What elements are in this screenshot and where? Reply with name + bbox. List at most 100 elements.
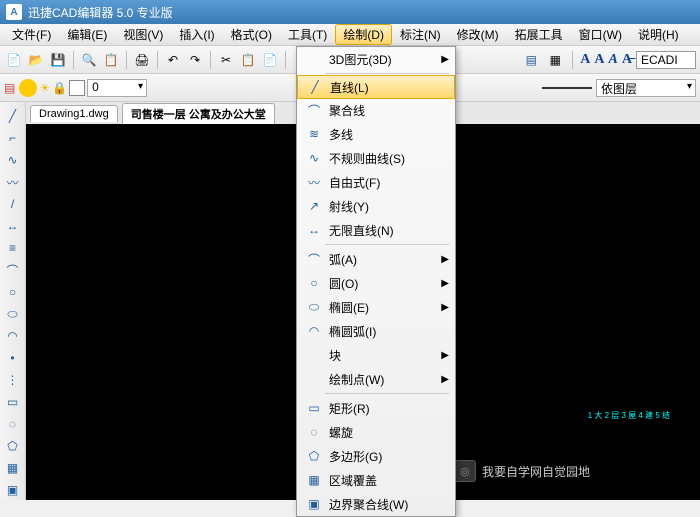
app-logo-icon: A: [6, 4, 22, 20]
menu-boundary[interactable]: ▣边界聚合线(W): [297, 492, 455, 516]
rect-icon: ▭: [303, 401, 325, 415]
menu-ray[interactable]: ↗射线(Y): [297, 194, 455, 218]
redo-icon[interactable]: ↷: [185, 50, 205, 70]
menu-line[interactable]: ╱直线(L): [297, 75, 455, 99]
line-icon: ╱: [304, 80, 326, 94]
menu-polyline[interactable]: ⌒聚合线: [297, 98, 455, 122]
copy-icon[interactable]: 📋: [238, 50, 258, 70]
ray-icon: ↗: [303, 199, 325, 213]
preview-icon[interactable]: 🔍: [79, 50, 99, 70]
menu-extend[interactable]: 拓展工具: [507, 24, 571, 45]
text-a2-icon[interactable]: A: [594, 52, 604, 68]
menu-block[interactable]: 块▶: [297, 343, 455, 367]
point-tool-icon[interactable]: •: [3, 348, 23, 368]
menu-multiline[interactable]: ≋多线: [297, 122, 455, 146]
menu-point[interactable]: 绘制点(W)▶: [297, 367, 455, 391]
style-select[interactable]: ECADI: [636, 51, 696, 69]
menu-3d[interactable]: 3D图元(3D)▶: [297, 47, 455, 71]
save-icon[interactable]: 💾: [48, 50, 68, 70]
line-tool-icon[interactable]: ╱: [3, 106, 23, 126]
menu-circle[interactable]: ○圆(O)▶: [297, 271, 455, 295]
menu-draw[interactable]: 绘制(D): [335, 24, 392, 45]
wipeout-tool-icon[interactable]: ▦: [3, 458, 23, 478]
menu-format[interactable]: 格式(O): [223, 24, 280, 45]
circle-tool-icon[interactable]: ○: [3, 282, 23, 302]
ray-tool-icon[interactable]: /: [3, 194, 23, 214]
menubar: 文件(F) 编辑(E) 视图(V) 插入(I) 格式(O) 工具(T) 绘制(D…: [0, 24, 700, 46]
tab-floor[interactable]: 司售楼一层 公寓及办公大堂: [122, 103, 275, 124]
doc-icon[interactable]: 📋: [101, 50, 121, 70]
menu-help[interactable]: 说明(H): [630, 24, 687, 45]
linetype-dropdown[interactable]: 依图层: [596, 79, 696, 97]
ellipse-tool-icon[interactable]: ⬭: [3, 304, 23, 324]
menu-window[interactable]: 窗口(W): [571, 24, 630, 45]
spiral-tool-icon[interactable]: ◌: [3, 414, 23, 434]
spline-icon: ∿: [303, 151, 325, 165]
menu-wipeout[interactable]: ▦区域覆盖: [297, 468, 455, 492]
color-swatch[interactable]: [69, 80, 85, 96]
menu-edit[interactable]: 编辑(E): [59, 24, 115, 45]
cut-icon[interactable]: ✂: [216, 50, 236, 70]
draw-toolbar: ╱ ⌐ ∿ 〰 / ↔ ≡ ⌒ ○ ⬭ ◠ • ⋮ ▭ ◌ ⬠ ▦ ▣: [0, 102, 26, 500]
undo-icon[interactable]: ↶: [163, 50, 183, 70]
freehand-tool-icon[interactable]: 〰: [3, 172, 23, 192]
menu-spiral[interactable]: ◌螺旋: [297, 420, 455, 444]
watermark-text: 我要自学网自觉园地: [482, 463, 590, 480]
xline-tool-icon[interactable]: ↔: [3, 216, 23, 236]
menu-ellipse[interactable]: ⬭椭圆(E)▶: [297, 295, 455, 319]
arc-icon: ⌒: [303, 251, 325, 268]
canvas-text: 1 大 2 层 3 屋 4 建 5 结: [588, 411, 670, 420]
text-a4-icon[interactable]: A̶: [622, 52, 632, 68]
rect-tool-icon[interactable]: ▭: [3, 392, 23, 412]
chevron-right-icon: ▶: [441, 54, 449, 65]
draw-menu-dropdown: 3D图元(3D)▶ ╱直线(L) ⌒聚合线 ≋多线 ∿不规则曲线(S) 〰自由式…: [296, 46, 456, 517]
menu-freehand[interactable]: 〰自由式(F): [297, 170, 455, 194]
bulb-icon[interactable]: [19, 79, 37, 97]
menu-dimension[interactable]: 标注(N): [392, 24, 449, 45]
menu-polygon[interactable]: ⬠多边形(G): [297, 444, 455, 468]
open-icon[interactable]: 📂: [26, 50, 46, 70]
point2-tool-icon[interactable]: ⋮: [3, 370, 23, 390]
polyline-tool-icon[interactable]: ⌐: [3, 128, 23, 148]
boundary-tool-icon[interactable]: ▣: [3, 480, 23, 500]
polygon-tool-icon[interactable]: ⬠: [3, 436, 23, 456]
menu-modify[interactable]: 修改(M): [449, 24, 507, 45]
titlebar: A 迅捷CAD编辑器 5.0 专业版: [0, 0, 700, 24]
paste-icon[interactable]: 📄: [260, 50, 280, 70]
print-icon[interactable]: 🖨: [132, 50, 152, 70]
ellipse-icon: ⬭: [303, 300, 325, 315]
lock-icon[interactable]: 🔒: [52, 81, 67, 95]
watermark: ◎ 我要自学网自觉园地: [454, 460, 590, 482]
polyline-icon: ⌒: [303, 102, 325, 119]
menu-arc[interactable]: ⌒弧(A)▶: [297, 247, 455, 271]
menu-rect[interactable]: ▭矩形(R): [297, 396, 455, 420]
spiral-icon: ◌: [303, 425, 325, 439]
ellipsearc-tool-icon[interactable]: ◠: [3, 326, 23, 346]
tab-drawing1[interactable]: Drawing1.dwg: [30, 105, 118, 122]
menu-tools[interactable]: 工具(T): [280, 24, 335, 45]
menu-xline[interactable]: ↔无限直线(N): [297, 218, 455, 242]
menu-view[interactable]: 视图(V): [115, 24, 171, 45]
boundary-icon: ▣: [303, 497, 325, 511]
multiline-icon: ≋: [303, 127, 325, 141]
xline-icon: ↔: [303, 223, 325, 237]
menu-file[interactable]: 文件(F): [4, 24, 59, 45]
multiline-tool-icon[interactable]: ≡: [3, 238, 23, 258]
layer-dropdown[interactable]: 0: [87, 79, 147, 97]
circle-icon: ○: [303, 276, 325, 290]
arc-tool-icon[interactable]: ⌒: [3, 260, 23, 280]
menu-ellipsearc[interactable]: ◠椭圆弧(I): [297, 319, 455, 343]
new-icon[interactable]: 📄: [4, 50, 24, 70]
spline-tool-icon[interactable]: ∿: [3, 150, 23, 170]
menu-insert[interactable]: 插入(I): [171, 24, 222, 45]
layers-icon[interactable]: ▤: [521, 50, 541, 70]
wipeout-icon: ▦: [303, 473, 325, 487]
freehand-icon: 〰: [303, 174, 325, 191]
text-a1-icon[interactable]: A: [580, 52, 590, 68]
text-a3-icon[interactable]: A: [609, 52, 618, 68]
menu-spline[interactable]: ∿不规则曲线(S): [297, 146, 455, 170]
ellipsearc-icon: ◠: [303, 324, 325, 338]
sun-icon[interactable]: ☀: [39, 81, 50, 95]
layer-manager-icon[interactable]: ▤: [4, 81, 15, 95]
hatch-icon[interactable]: ▦: [545, 50, 565, 70]
